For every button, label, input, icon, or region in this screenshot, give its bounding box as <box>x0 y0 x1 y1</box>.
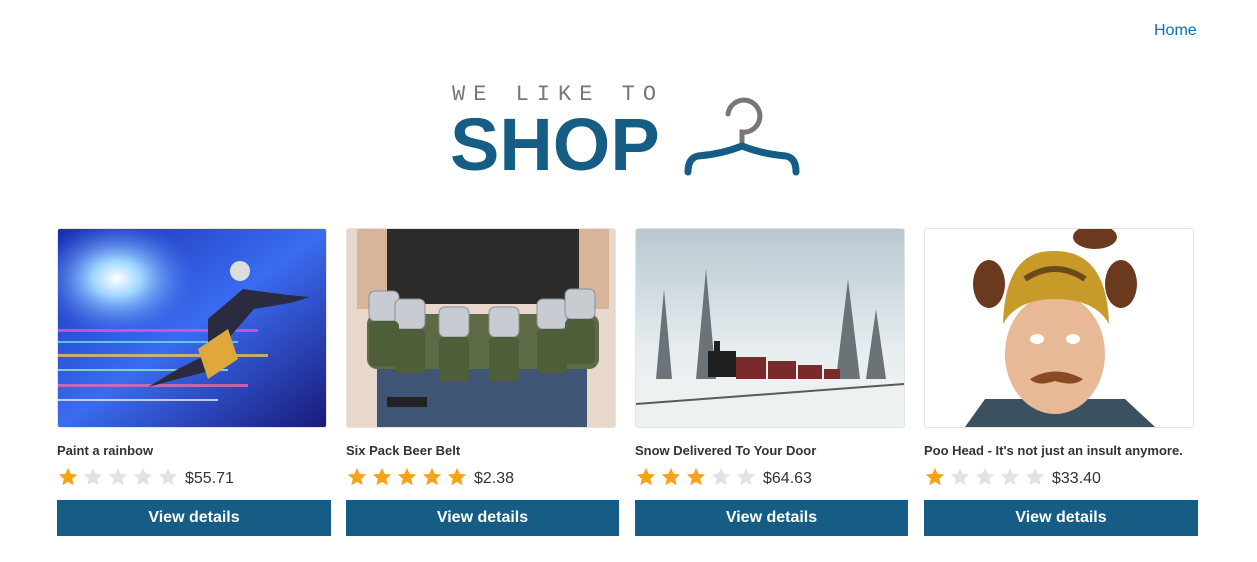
product-grid: Paint a rainbow $55.71 View details Six … <box>57 228 1198 536</box>
rating: $2.38 <box>346 464 620 490</box>
product-price: $33.40 <box>1052 470 1101 487</box>
rating: $55.71 <box>57 464 331 490</box>
poo-head-image[interactable] <box>924 228 1194 428</box>
star-icon <box>132 466 154 488</box>
star-icon <box>635 466 657 488</box>
star-icon <box>660 466 682 488</box>
star-icon <box>685 466 707 488</box>
logo-word: SHOP <box>450 103 660 186</box>
star-icon <box>157 466 179 488</box>
view-details-button[interactable]: View details <box>57 500 331 536</box>
product-title[interactable]: Snow Delivered To Your Door <box>635 443 909 459</box>
product-card: Poo Head - It's not just an insult anymo… <box>924 228 1198 536</box>
product-price: $55.71 <box>185 470 234 487</box>
product-card: Snow Delivered To Your Door $64.63 View … <box>635 228 909 536</box>
product-title[interactable]: Poo Head - It's not just an insult anymo… <box>924 443 1198 459</box>
rating: $64.63 <box>635 464 909 490</box>
star-icon <box>735 466 757 488</box>
star-icon <box>57 466 79 488</box>
product-card: Six Pack Beer Belt $2.38 View details <box>346 228 620 536</box>
view-details-button[interactable]: View details <box>924 500 1198 536</box>
product-card: Paint a rainbow $55.71 View details <box>57 228 331 536</box>
product-title[interactable]: Six Pack Beer Belt <box>346 443 620 459</box>
view-details-button[interactable]: View details <box>346 500 619 536</box>
star-icon <box>371 466 393 488</box>
star-icon <box>1024 466 1046 488</box>
beer-belt-image[interactable] <box>346 228 616 428</box>
product-title[interactable]: Paint a rainbow <box>57 443 331 459</box>
star-icon <box>446 466 468 488</box>
snow-train-image[interactable] <box>635 228 905 428</box>
star-icon <box>107 466 129 488</box>
star-icon <box>396 466 418 488</box>
view-details-button[interactable]: View details <box>635 500 908 536</box>
product-price: $64.63 <box>763 470 812 487</box>
star-icon <box>924 466 946 488</box>
star-icon <box>710 466 732 488</box>
home-link[interactable]: Home <box>1154 22 1197 40</box>
hanger-icon <box>684 97 800 176</box>
star-icon <box>974 466 996 488</box>
star-icon <box>82 466 104 488</box>
rating: $33.40 <box>924 464 1198 490</box>
shop-logo: WE LIKE TO SHOP <box>450 80 810 186</box>
star-icon <box>949 466 971 488</box>
rainbow-runner-image[interactable] <box>57 228 327 428</box>
product-price: $2.38 <box>474 470 515 487</box>
star-icon <box>346 466 368 488</box>
star-icon <box>999 466 1021 488</box>
star-icon <box>421 466 443 488</box>
